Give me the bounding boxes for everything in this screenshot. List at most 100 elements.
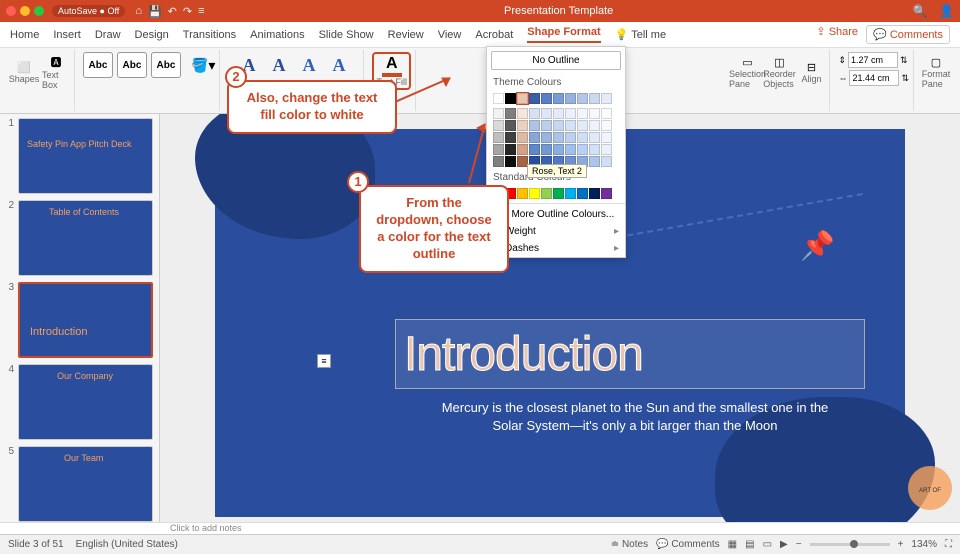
view-normal-icon[interactable]: ▦	[728, 539, 737, 550]
tab-view[interactable]: View	[438, 29, 462, 41]
view-slideshow-icon[interactable]: ▶	[780, 539, 788, 550]
title-textbox[interactable]: Introduction	[395, 319, 865, 389]
minimize-icon[interactable]	[20, 6, 30, 16]
selection-pane-button[interactable]: ▭Selection Pane	[733, 52, 761, 92]
format-pane-button[interactable]: ▢Format Pane	[922, 52, 950, 92]
zoom-level[interactable]: 134%	[911, 539, 937, 550]
tab-home[interactable]: Home	[10, 29, 39, 41]
tab-slideshow[interactable]: Slide Show	[319, 29, 374, 41]
layout-options-icon[interactable]: ≡	[317, 354, 331, 368]
color-swatch[interactable]	[589, 120, 600, 131]
autosave-toggle[interactable]: AutoSave ● Off	[52, 5, 125, 17]
tell-me-search[interactable]: 💡 Tell me	[615, 28, 666, 41]
color-swatch[interactable]	[529, 188, 540, 199]
wordart-style-4[interactable]: A	[326, 52, 352, 78]
color-swatch[interactable]	[577, 144, 588, 155]
tab-insert[interactable]: Insert	[53, 29, 81, 41]
color-swatch[interactable]	[601, 93, 612, 104]
color-swatch[interactable]	[529, 120, 540, 131]
notes-toggle[interactable]: ≐ Notes	[611, 539, 648, 550]
width-input[interactable]	[849, 70, 899, 86]
color-swatch[interactable]	[493, 120, 504, 131]
color-swatch[interactable]	[577, 93, 588, 104]
color-swatch[interactable]	[601, 156, 612, 167]
color-swatch[interactable]	[517, 108, 528, 119]
color-swatch[interactable]	[517, 132, 528, 143]
color-swatch[interactable]	[493, 93, 504, 104]
color-swatch[interactable]	[541, 108, 552, 119]
fit-icon[interactable]: ⛶	[945, 539, 952, 550]
color-swatch[interactable]	[529, 93, 540, 104]
color-swatch[interactable]	[541, 188, 552, 199]
search-icon[interactable]: 🔍	[913, 4, 928, 18]
color-swatch[interactable]	[553, 93, 564, 104]
window-controls[interactable]	[6, 6, 44, 16]
color-swatch[interactable]	[601, 188, 612, 199]
color-swatch[interactable]	[553, 120, 564, 131]
color-swatch[interactable]	[577, 120, 588, 131]
color-swatch[interactable]	[517, 120, 528, 131]
language-indicator[interactable]: English (United States)	[76, 539, 178, 550]
wordart-style-2[interactable]: A	[266, 52, 292, 78]
shapes-button[interactable]: ⬜Shapes	[10, 52, 38, 92]
color-swatch[interactable]	[529, 108, 540, 119]
thumbnail-4[interactable]: Our Company	[18, 364, 153, 440]
color-swatch[interactable]	[505, 108, 516, 119]
textbox-button[interactable]: 🅰Text Box	[42, 52, 70, 92]
color-swatch[interactable]	[589, 188, 600, 199]
view-sorter-icon[interactable]: ▤	[745, 539, 754, 550]
height-input[interactable]	[848, 52, 898, 68]
align-button[interactable]: ⊟Align	[797, 52, 825, 92]
color-swatch[interactable]	[517, 188, 528, 199]
color-swatch[interactable]	[601, 144, 612, 155]
color-swatch[interactable]	[553, 108, 564, 119]
color-swatch[interactable]	[577, 132, 588, 143]
tab-design[interactable]: Design	[135, 29, 169, 41]
user-icon[interactable]: 👤	[939, 4, 954, 18]
reorder-button[interactable]: ◫Reorder Objects	[765, 52, 793, 92]
home-icon[interactable]: ⌂	[135, 5, 142, 18]
thumbnail-5[interactable]: Our Team	[18, 446, 153, 522]
thumbnail-3[interactable]: Introduction	[18, 282, 153, 358]
color-swatch[interactable]	[565, 93, 576, 104]
shape-style-1[interactable]: Abc	[83, 52, 113, 78]
color-swatch[interactable]	[553, 132, 564, 143]
color-swatch[interactable]	[505, 156, 516, 167]
zoom-slider[interactable]	[810, 543, 890, 546]
color-swatch[interactable]	[541, 93, 552, 104]
color-swatch[interactable]	[541, 120, 552, 131]
color-swatch[interactable]	[589, 156, 600, 167]
wordart-style-3[interactable]: A	[296, 52, 322, 78]
color-swatch[interactable]	[517, 93, 528, 104]
shape-style-3[interactable]: Abc	[151, 52, 181, 78]
color-swatch[interactable]	[529, 144, 540, 155]
color-swatch[interactable]	[493, 144, 504, 155]
zoom-out-icon[interactable]: −	[796, 539, 802, 550]
color-swatch[interactable]	[505, 144, 516, 155]
color-swatch[interactable]	[601, 108, 612, 119]
color-swatch[interactable]	[517, 144, 528, 155]
tab-animations[interactable]: Animations	[250, 29, 304, 41]
shape-style-2[interactable]: Abc	[117, 52, 147, 78]
color-swatch[interactable]	[565, 108, 576, 119]
tab-draw[interactable]: Draw	[95, 29, 121, 41]
tab-review[interactable]: Review	[388, 29, 424, 41]
color-swatch[interactable]	[589, 144, 600, 155]
color-swatch[interactable]	[505, 93, 516, 104]
close-icon[interactable]	[6, 6, 16, 16]
color-swatch[interactable]	[589, 108, 600, 119]
zoom-in-icon[interactable]: +	[898, 539, 904, 550]
view-reading-icon[interactable]: ▭	[763, 539, 772, 550]
color-swatch[interactable]	[493, 108, 504, 119]
color-swatch[interactable]	[577, 188, 588, 199]
tab-acrobat[interactable]: Acrobat	[475, 29, 513, 41]
color-swatch[interactable]	[601, 132, 612, 143]
comments-toggle[interactable]: 💬 Comments	[656, 539, 720, 550]
color-swatch[interactable]	[565, 132, 576, 143]
shape-fill-button[interactable]: 🪣▾	[191, 57, 215, 74]
save-icon[interactable]: 💾	[148, 5, 162, 18]
color-swatch[interactable]	[541, 132, 552, 143]
color-swatch[interactable]	[505, 132, 516, 143]
color-swatch[interactable]	[565, 144, 576, 155]
color-swatch[interactable]	[541, 144, 552, 155]
